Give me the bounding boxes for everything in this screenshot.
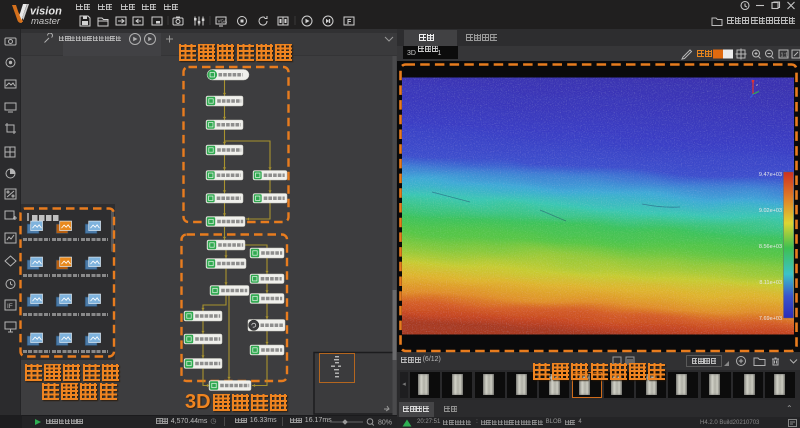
svg-text:z: z xyxy=(756,82,758,87)
svg-text:9.47e+03: 9.47e+03 xyxy=(759,172,782,178)
svg-text:8.11e+03: 8.11e+03 xyxy=(759,280,782,286)
svg-text:IF: IF xyxy=(7,303,13,310)
svg-text:80%: 80% xyxy=(378,420,392,427)
svg-text:8.56e+03: 8.56e+03 xyxy=(759,244,782,250)
svg-text:F: F xyxy=(347,19,352,26)
svg-text:7.69e+03: 7.69e+03 xyxy=(759,316,782,322)
svg-text:1:1: 1:1 xyxy=(781,53,789,59)
svg-text:9.02e+03: 9.02e+03 xyxy=(759,208,782,214)
svg-text:VGA: VGA xyxy=(218,19,228,24)
